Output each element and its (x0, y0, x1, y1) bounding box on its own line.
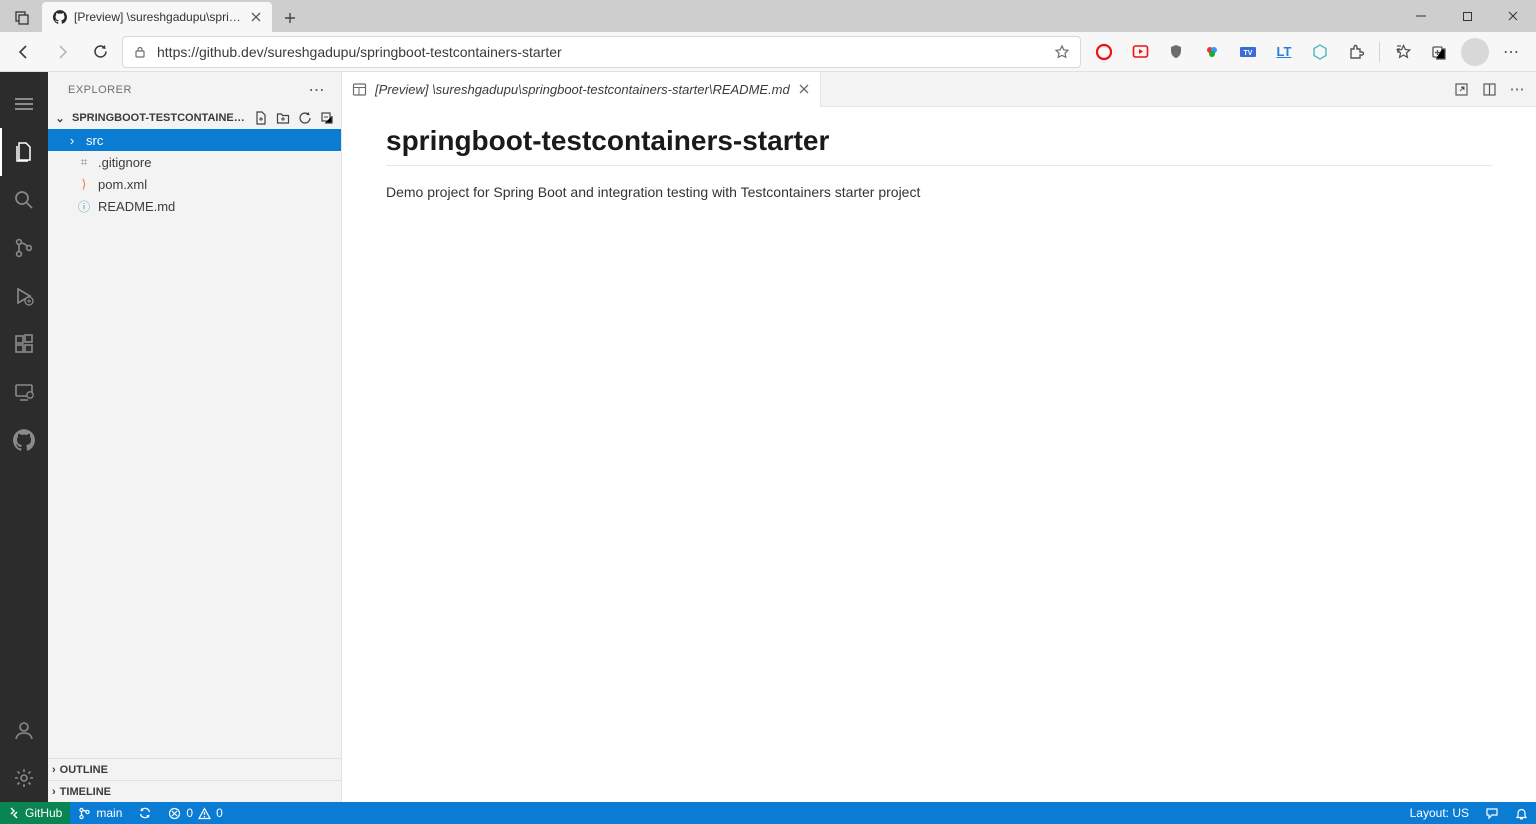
status-bell-icon[interactable] (1507, 802, 1536, 824)
ext-puzzle-icon[interactable] (1339, 36, 1373, 68)
activity-account-icon[interactable] (0, 706, 48, 754)
outline-label: OUTLINE (60, 764, 108, 776)
editor-action-split-icon[interactable] (1478, 78, 1500, 100)
profile-avatar[interactable] (1458, 36, 1492, 68)
ext-lt-icon[interactable]: LT (1267, 36, 1301, 68)
activity-bar (0, 72, 48, 802)
nav-refresh-button[interactable] (84, 36, 116, 68)
ext-new-icon[interactable]: TV (1231, 36, 1265, 68)
explorer-more-icon[interactable]: ⋯ (309, 80, 326, 100)
browser-tab-active[interactable]: [Preview] \sureshgadupu\springb (42, 2, 272, 32)
tree-file-readme[interactable]: ⓘ README.md (48, 195, 341, 217)
file-icon: ⟩ (76, 177, 92, 191)
tree-file-gitignore[interactable]: ⌗ .gitignore (48, 151, 341, 173)
ext-shield-icon[interactable] (1159, 36, 1193, 68)
editor-tab-label: [Preview] \sureshgadupu\springboot-testc… (375, 82, 790, 97)
ext-hex-icon[interactable] (1303, 36, 1337, 68)
editor-action-more-icon[interactable]: ⋯ (1506, 78, 1528, 100)
browser-tab-title: [Preview] \sureshgadupu\springb (74, 10, 244, 24)
editor-action-open-icon[interactable] (1450, 78, 1472, 100)
tree-item-label: pom.xml (98, 177, 147, 192)
explorer-title: EXPLORER (68, 84, 132, 96)
markdown-preview: springboot-testcontainers-starter Demo p… (342, 107, 1536, 802)
collapse-all-icon[interactable] (317, 108, 337, 128)
chevron-right-icon: › (64, 133, 80, 148)
address-bar[interactable]: https://github.dev/sureshgadupu/springbo… (122, 36, 1081, 68)
timeline-section[interactable]: › TIMELINE (48, 780, 341, 802)
new-folder-icon[interactable] (273, 108, 293, 128)
outline-section[interactable]: › OUTLINE (48, 758, 341, 780)
extension-icons: TV LT ⋯ (1087, 36, 1528, 68)
file-icon: ⌗ (76, 155, 92, 170)
status-branch[interactable]: main (70, 802, 130, 824)
ext-colorwheel-icon[interactable] (1195, 36, 1229, 68)
window-minimize-button[interactable] (1398, 0, 1444, 32)
window-maximize-button[interactable] (1444, 0, 1490, 32)
svg-text:TV: TV (1244, 50, 1253, 57)
status-branch-label: main (96, 806, 122, 820)
editor-tab-close-icon[interactable] (798, 83, 810, 95)
editor-tab-preview-readme[interactable]: [Preview] \sureshgadupu\springboot-testc… (342, 72, 821, 107)
lock-icon (133, 45, 147, 59)
tree-item-label: src (86, 133, 103, 148)
status-sync[interactable] (130, 802, 160, 824)
refresh-icon[interactable] (295, 108, 315, 128)
activity-settings-icon[interactable] (0, 754, 48, 802)
new-tab-button[interactable] (276, 4, 304, 32)
window-close-button[interactable] (1490, 0, 1536, 32)
activity-search-icon[interactable] (0, 176, 48, 224)
project-section-header[interactable]: ⌄ SPRINGBOOT-TESTCONTAINERS... (48, 107, 341, 129)
project-name: SPRINGBOOT-TESTCONTAINERS... (72, 112, 247, 124)
activity-menu-icon[interactable] (0, 80, 48, 128)
favorite-star-icon[interactable] (1054, 44, 1070, 60)
tab-close-icon[interactable] (250, 11, 262, 23)
chevron-right-icon: › (52, 764, 56, 776)
tab-actions-button[interactable] (6, 4, 38, 32)
timeline-label: TIMELINE (60, 786, 111, 798)
activity-source-control-icon[interactable] (0, 224, 48, 272)
explorer-sidebar: EXPLORER ⋯ ⌄ SPRINGBOOT-TESTCONTAINERS..… (48, 72, 342, 802)
address-bar-url: https://github.dev/sureshgadupu/springbo… (157, 44, 562, 60)
status-layout[interactable]: Layout: US (1402, 802, 1477, 824)
collections-icon[interactable] (1422, 36, 1456, 68)
activity-github-icon[interactable] (0, 416, 48, 464)
favorites-icon[interactable] (1386, 36, 1420, 68)
info-icon: ⓘ (76, 198, 92, 215)
status-layout-label: Layout: US (1410, 806, 1469, 820)
chevron-down-icon: ⌄ (52, 112, 68, 125)
editor-area: [Preview] \sureshgadupu\springboot-testc… (342, 72, 1536, 802)
ext-opera-icon[interactable] (1087, 36, 1121, 68)
status-problems[interactable]: 0 0 (160, 802, 230, 824)
activity-explorer-icon[interactable] (0, 128, 48, 176)
status-warnings-count: 0 (216, 806, 223, 820)
browser-menu-button[interactable]: ⋯ (1494, 36, 1528, 68)
readme-body: Demo project for Spring Boot and integra… (386, 184, 1492, 200)
nav-forward-button[interactable] (46, 36, 78, 68)
editor-tabs: [Preview] \sureshgadupu\springboot-testc… (342, 72, 1536, 107)
tree-folder-src[interactable]: › src (48, 129, 341, 151)
status-feedback-icon[interactable] (1477, 802, 1507, 824)
file-tree: › src ⌗ .gitignore ⟩ pom.xml ⓘ README.md (48, 129, 341, 217)
readme-heading: springboot-testcontainers-starter (386, 125, 1492, 166)
status-github-label: GitHub (25, 806, 62, 820)
preview-icon (352, 82, 367, 97)
tree-item-label: README.md (98, 199, 175, 214)
nav-back-button[interactable] (8, 36, 40, 68)
browser-toolbar: https://github.dev/sureshgadupu/springbo… (0, 32, 1536, 72)
activity-run-debug-icon[interactable] (0, 272, 48, 320)
ext-video-icon[interactable] (1123, 36, 1157, 68)
github-favicon-icon (52, 9, 68, 25)
status-github[interactable]: GitHub (0, 802, 70, 824)
tree-item-label: .gitignore (98, 155, 151, 170)
new-file-icon[interactable] (251, 108, 271, 128)
activity-remote-icon[interactable] (0, 368, 48, 416)
browser-titlebar: [Preview] \sureshgadupu\springb (0, 0, 1536, 32)
tree-file-pom[interactable]: ⟩ pom.xml (48, 173, 341, 195)
status-errors-count: 0 (186, 806, 193, 820)
status-bar: GitHub main 0 0 Layout: US (0, 802, 1536, 824)
chevron-right-icon: › (52, 786, 56, 798)
activity-extensions-icon[interactable] (0, 320, 48, 368)
